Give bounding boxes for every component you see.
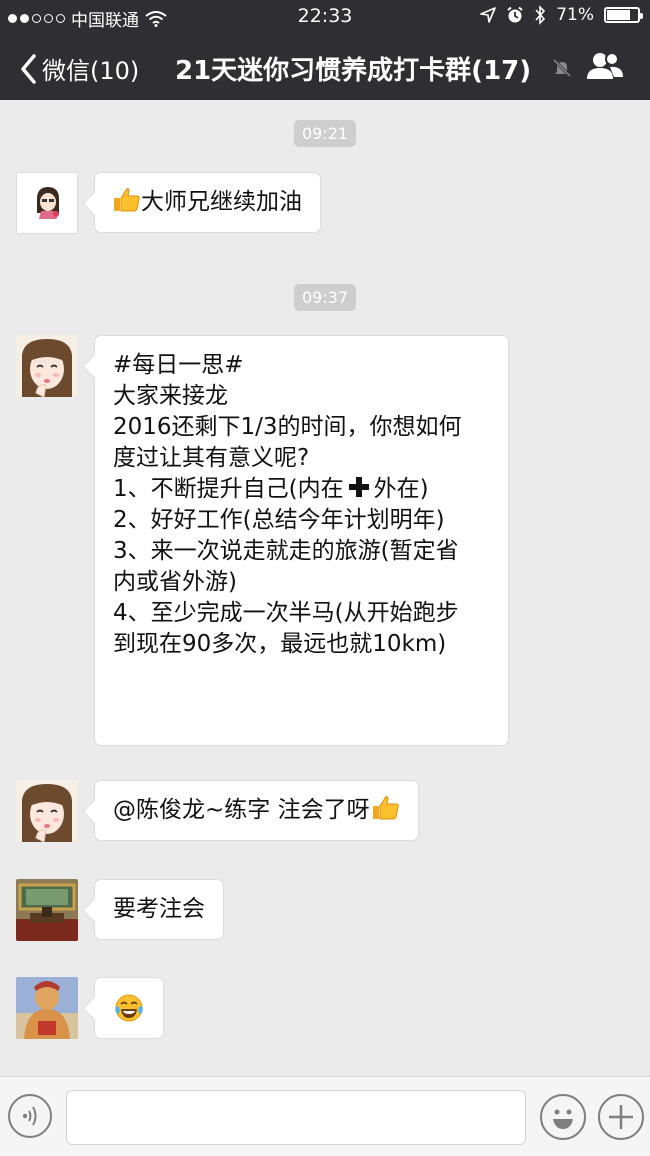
battery-percent: 71% [556,5,594,25]
avatar[interactable] [16,172,78,234]
message-bubble[interactable] [94,977,164,1039]
avatar-warrior-statue [16,977,78,1039]
voice-input-button[interactable] [8,1094,52,1138]
battery-icon [604,7,643,23]
group-members-icon[interactable] [586,51,624,81]
thumbs-up-icon [372,796,399,820]
voice-waves-icon [22,1106,37,1126]
avatar[interactable] [16,335,78,397]
avatar-illustrated-girl [16,335,78,397]
status-bar: 中国联通 22:33 71% [0,0,650,34]
avatar-illustrated-girl [16,780,78,842]
message-line: 1、不断提升自己(内在 外在) [113,476,429,502]
alarm-icon [507,6,523,23]
avatar[interactable] [16,780,78,842]
message-line: 度过让其有意义呢? [113,445,310,471]
timestamp: 09:37 [0,284,650,311]
chat-title: 21天迷你习惯养成打卡群(17) [175,56,532,86]
message-line: 2016还剩下1/3的时间，你想如何 [113,414,462,440]
avatar[interactable] [16,977,78,1039]
message-line: 2、好好工作(总结今年计划明年) [113,507,445,533]
message-bubble[interactable]: @陈俊龙~练字 注会了呀 [94,780,419,841]
chevron-left-icon [21,53,36,84]
back-label: 微信(10) [42,57,140,85]
plus-emoji-icon [348,477,369,497]
more-options-button[interactable] [598,1094,644,1140]
message-line: 到现在90多次，最远也就10km) [113,631,447,657]
tears-of-joy-emoji-icon [115,994,143,1022]
navigation-bar: 微信(10) 21天迷你习惯养成打卡群(17) [0,34,650,100]
emoji-button[interactable] [540,1094,586,1140]
bluetooth-icon [535,5,546,25]
message-bubble[interactable]: #每日一思# 大家来接龙 2016还剩下1/3的时间，你想如何 度过让其有意义呢… [94,335,509,746]
message-line: 4、至少完成一次半马(从开始跑步 [113,600,459,626]
top-bar: 中国联通 22:33 71% 微信(10) 21天迷你习惯养成打卡群(17) [0,0,650,100]
message-bubble[interactable]: 要考注会 [94,879,224,940]
avatar-cartoon-girl [17,173,77,233]
thumbs-up-icon [114,188,140,212]
mute-bell-icon [552,58,572,78]
smiley-icon [553,1109,573,1129]
location-arrow-icon [480,7,497,23]
avatar[interactable] [16,879,78,941]
timestamp: 09:21 [0,120,650,147]
message-line: 内或省外游) [113,569,237,595]
message-bubble[interactable]: 大师兄继续加油 [94,172,321,233]
input-toolbar [0,1076,650,1156]
message-line: #每日一思# [113,352,244,378]
avatar-office-room [16,879,78,941]
message-line: 大家来接龙 [113,383,228,409]
message-line: 3、来一次说走就走的旅游(暂定省 [113,538,459,564]
message-input[interactable] [66,1090,526,1145]
plus-icon [609,1105,633,1129]
back-button[interactable]: 微信(10) [20,51,139,86]
